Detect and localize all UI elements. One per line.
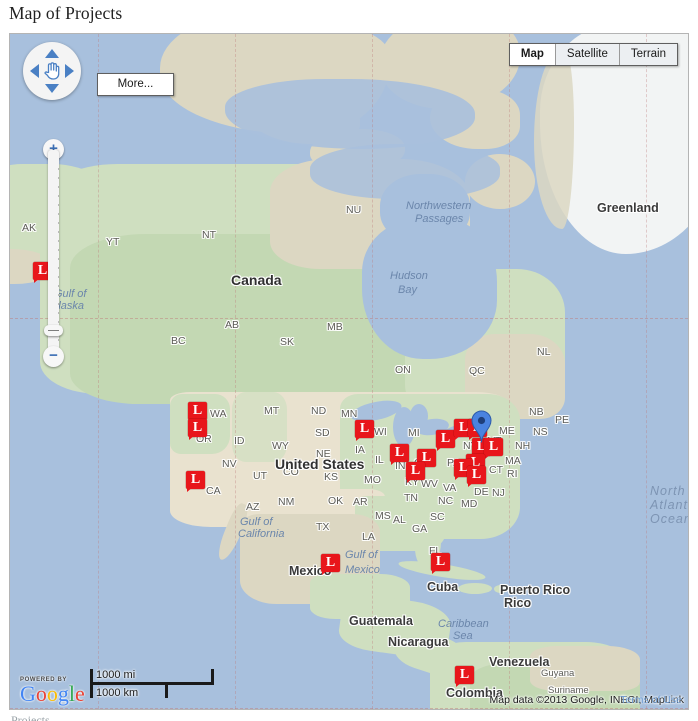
marker-tail (455, 475, 461, 480)
map-type-terrain[interactable]: Terrain (619, 44, 677, 65)
pan-left-icon[interactable] (30, 64, 39, 78)
pan-down-icon[interactable] (45, 84, 59, 93)
marker-tail (407, 478, 413, 483)
map-viewport[interactable]: AKYTNTNUBCABSKMBONQCNLNBPENSMENHVTMARICT… (9, 33, 689, 710)
page-title: Map of Projects (9, 3, 123, 23)
below-map-text: Projects (11, 713, 50, 721)
zoom-slider[interactable]: + − (43, 139, 64, 367)
marker-tail (356, 436, 362, 441)
map-type-map[interactable]: Map (509, 44, 556, 65)
marker-tail (468, 482, 474, 487)
marker-tail (485, 454, 491, 459)
marker-michigan[interactable]: L (436, 430, 459, 451)
pan-right-icon[interactable] (65, 64, 74, 78)
marker-mexico[interactable]: L (321, 554, 344, 575)
selected-location-pin[interactable] (471, 410, 492, 443)
marker-tail (456, 682, 462, 687)
google-logo[interactable]: POWERED BY Google (20, 677, 88, 705)
marker-tail (391, 460, 397, 465)
marker-wisconsin[interactable]: L (355, 420, 378, 441)
map-canvas[interactable]: AKYTNTNUBCABSKMBONQCNLNBPENSMENHVTMARICT… (10, 34, 688, 709)
zoom-out-button[interactable]: − (43, 346, 64, 367)
marker-northcarolina[interactable]: L (467, 466, 490, 487)
map-of-projects-page: Map of Projects AK YT NT NU BC AB SK MB … (0, 0, 698, 721)
marker-kentucky[interactable]: L (406, 462, 429, 483)
hand-icon[interactable] (41, 59, 63, 81)
marker-tail (187, 487, 193, 492)
map-type-switcher[interactable]: Map Satellite Terrain (508, 43, 678, 66)
marker-tail (432, 569, 438, 574)
marker-tail (455, 435, 461, 440)
map-pin-icon (471, 410, 492, 443)
marker-tail (437, 446, 443, 451)
pan-up-icon[interactable] (45, 49, 59, 58)
marker-tail (34, 278, 40, 283)
marker-colombia[interactable]: L (455, 666, 478, 687)
zoom-thumb[interactable] (44, 325, 63, 336)
pan-control[interactable] (23, 42, 81, 100)
marker-florida[interactable]: L (431, 553, 454, 574)
marker-tail (322, 570, 328, 575)
google-wordmark: Google (20, 681, 85, 706)
marker-oregon[interactable]: L (188, 419, 211, 440)
marker-tail (189, 435, 195, 440)
map-type-satellite[interactable]: Satellite (555, 44, 620, 65)
more-button[interactable]: More... (97, 73, 174, 96)
marker-california[interactable]: L (186, 471, 209, 492)
